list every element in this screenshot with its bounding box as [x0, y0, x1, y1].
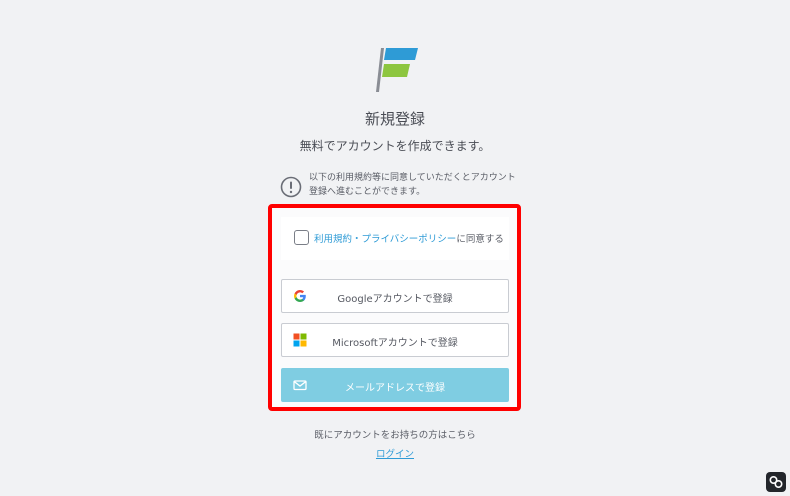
- notice-text: 以下の利用規約等に同意していただくとアカウント 登録へ進むことができます。: [309, 173, 516, 197]
- terms-privacy-link[interactable]: 利用規約・プライバシーポリシー: [314, 234, 456, 245]
- microsoft-register-button[interactable]: Microsoftアカウントで登録: [281, 323, 509, 357]
- translate-widget-button[interactable]: [766, 472, 786, 492]
- agreement-suffix: に同意する: [456, 234, 504, 245]
- microsoft-button-label: Microsoftアカウントで登録: [332, 338, 458, 349]
- have-account-text: 既にアカウントをお持ちの方はこちら: [314, 430, 476, 441]
- agreement-notice: 以下の利用規約等に同意していただくとアカウント 登録へ進むことができます。: [280, 171, 520, 203]
- exclamation-circle-icon: [280, 176, 302, 198]
- login-link-row: ログイン: [0, 446, 790, 460]
- email-button-label: メールアドレスで登録: [345, 383, 445, 394]
- google-button-label: Googleアカウントで登録: [337, 294, 453, 305]
- email-register-button[interactable]: メールアドレスで登録: [281, 368, 509, 402]
- page-title: 新規登録: [364, 110, 425, 128]
- login-link[interactable]: ログイン: [376, 449, 414, 460]
- agreement-row: 利用規約・プライバシーポリシーに同意する: [281, 217, 509, 260]
- flag-logo-icon: [376, 48, 418, 92]
- link-chain-icon: [769, 476, 783, 489]
- agree-checkbox[interactable]: [294, 230, 309, 245]
- google-register-button[interactable]: Googleアカウントで登録: [281, 279, 509, 313]
- page-subtitle: 無料でアカウントを作成できます。: [299, 139, 491, 153]
- agreement-text: 利用規約・プライバシーポリシーに同意する: [314, 231, 504, 245]
